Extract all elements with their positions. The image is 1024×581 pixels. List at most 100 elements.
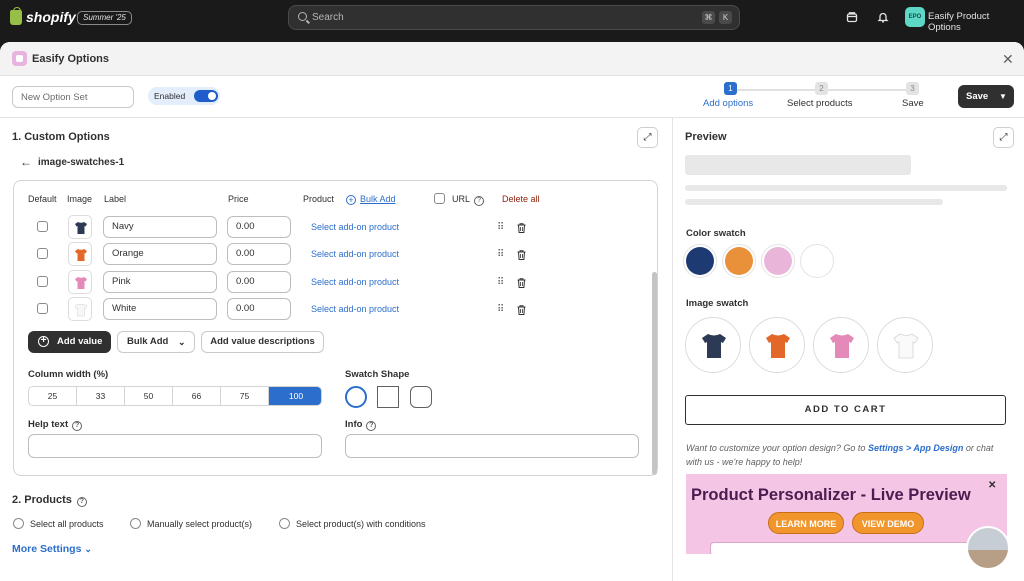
trash-icon[interactable] — [517, 250, 526, 260]
enabled-label: Enabled — [154, 91, 186, 101]
delete-all-button[interactable]: Delete all — [502, 194, 540, 204]
bulk-add-dropdown[interactable]: Bulk Add ⌄ — [117, 331, 195, 353]
label-input[interactable]: White — [103, 298, 217, 320]
value-row-pink: Pink 0.00 Select add-on product ⠿ — [14, 269, 654, 295]
default-checkbox[interactable] — [37, 248, 48, 259]
easify-modal: Easify Options ✕ Enabled 1 2 3 Add optio… — [0, 42, 1024, 581]
more-settings-toggle[interactable]: More Settings ⌄ — [12, 543, 92, 555]
add-value-button[interactable]: + Add value — [28, 331, 111, 353]
help-text-input[interactable] — [28, 434, 322, 458]
color-swatch-navy[interactable] — [683, 244, 717, 278]
chevron-down-icon[interactable]: ▼ — [999, 85, 1007, 108]
column-width-option[interactable]: 50 — [125, 387, 173, 405]
price-input[interactable]: 0.00 — [227, 271, 291, 293]
back-arrow-icon[interactable]: ← — [20, 155, 32, 169]
expand-icon[interactable]: ⤢ — [993, 127, 1014, 148]
color-swatch-orange[interactable] — [722, 244, 756, 278]
bulk-add-link[interactable]: + Bulk Add — [346, 194, 396, 205]
default-checkbox[interactable] — [37, 303, 48, 314]
bell-icon[interactable] — [877, 11, 889, 23]
search-bar[interactable]: Search ⌘ K — [288, 5, 740, 30]
select-addon-link[interactable]: Select add-on product — [311, 304, 399, 314]
step-3-label[interactable]: Save — [902, 98, 924, 109]
help-icon[interactable]: ? — [366, 421, 377, 431]
orange-tshirt-thumbnail[interactable] — [68, 242, 92, 266]
drag-handle-icon[interactable]: ⠿ — [497, 249, 504, 260]
radio-all-products-label[interactable]: Select all products — [30, 519, 104, 529]
column-width-option[interactable]: 66 — [173, 387, 221, 405]
radio-conditional-products-label[interactable]: Select product(s) with conditions — [296, 519, 426, 529]
add-value-descriptions-button[interactable]: Add value descriptions — [201, 331, 324, 353]
toggle-switch[interactable] — [194, 90, 218, 102]
store-name[interactable]: Easify Product Options — [928, 11, 1024, 33]
trash-icon[interactable] — [517, 305, 526, 315]
radio-manual-products-label[interactable]: Manually select product(s) — [147, 519, 252, 529]
label-input[interactable]: Orange — [103, 243, 217, 265]
trash-icon[interactable] — [517, 278, 526, 288]
white-tshirt-thumbnail[interactable] — [68, 297, 92, 321]
square-shape-option[interactable] — [377, 386, 399, 408]
info-input[interactable] — [345, 434, 639, 458]
step-3-number[interactable]: 3 — [906, 82, 919, 95]
drag-handle-icon[interactable]: ⠿ — [497, 277, 504, 288]
column-width-option[interactable]: 33 — [77, 387, 125, 405]
close-icon[interactable]: ✕ — [1002, 51, 1014, 68]
radio-manual-products[interactable] — [130, 518, 141, 529]
expand-icon[interactable]: ⤢ — [637, 127, 658, 148]
scrollbar[interactable] — [652, 272, 657, 475]
store-icon[interactable] — [846, 11, 858, 23]
color-swatch-pink[interactable] — [761, 244, 795, 278]
step-2-number[interactable]: 2 — [815, 82, 828, 95]
promo-banner: Product Personalizer - Live Preview ✕ LE… — [686, 474, 1007, 554]
price-input[interactable]: 0.00 — [227, 243, 291, 265]
value-row-white: White 0.00 Select add-on product ⠿ — [14, 296, 654, 322]
default-checkbox[interactable] — [37, 221, 48, 232]
url-checkbox[interactable] — [434, 193, 445, 204]
navy-tshirt-thumbnail[interactable] — [68, 215, 92, 239]
help-icon[interactable]: ? — [72, 421, 83, 431]
price-input[interactable]: 0.00 — [227, 298, 291, 320]
app-design-link[interactable]: Settings > App Design — [868, 443, 963, 453]
step-1-number[interactable]: 1 — [724, 82, 737, 95]
drag-handle-icon[interactable]: ⠿ — [497, 304, 504, 315]
select-addon-link[interactable]: Select add-on product — [311, 277, 399, 287]
view-demo-button[interactable]: VIEW DEMO — [852, 512, 924, 534]
step-2-label[interactable]: Select products — [787, 98, 852, 109]
radio-conditional-products[interactable] — [279, 518, 290, 529]
price-input[interactable]: 0.00 — [227, 216, 291, 238]
shopify-wordmark[interactable]: shopify — [26, 9, 76, 25]
column-width-option[interactable]: 25 — [29, 387, 77, 405]
pink-tshirt-thumbnail[interactable] — [68, 270, 92, 294]
radio-all-products[interactable] — [13, 518, 24, 529]
help-text-label-text: Help text — [28, 419, 69, 430]
select-addon-link[interactable]: Select add-on product — [311, 249, 399, 259]
image-swatch-orange[interactable] — [749, 317, 805, 373]
close-icon[interactable]: ✕ — [988, 480, 996, 491]
save-button[interactable]: Save ▼ — [958, 85, 1014, 108]
label-input[interactable]: Navy — [103, 216, 217, 238]
drag-handle-icon[interactable]: ⠿ — [497, 222, 504, 233]
option-set-name-input[interactable] — [12, 86, 134, 108]
enabled-toggle[interactable]: Enabled — [148, 87, 220, 105]
label-input[interactable]: Pink — [103, 271, 217, 293]
learn-more-button[interactable]: LEARN MORE — [768, 512, 844, 534]
trash-icon[interactable] — [517, 223, 526, 233]
rounded-shape-option[interactable] — [410, 386, 432, 408]
store-avatar[interactable]: EPO — [905, 7, 925, 27]
color-swatch-white[interactable] — [800, 244, 834, 278]
edition-badge[interactable]: Summer '25 — [77, 11, 132, 25]
select-addon-link[interactable]: Select add-on product — [311, 222, 399, 232]
column-width-option-selected[interactable]: 100 — [269, 387, 321, 405]
help-icon[interactable]: ? — [76, 497, 87, 507]
image-swatch-white[interactable] — [877, 317, 933, 373]
column-width-option[interactable]: 75 — [221, 387, 269, 405]
add-to-cart-button[interactable]: ADD TO CART — [685, 395, 1006, 425]
image-swatch-pink[interactable] — [813, 317, 869, 373]
circle-shape-option[interactable] — [345, 386, 367, 408]
shopify-logo-icon[interactable] — [10, 7, 22, 25]
help-icon[interactable]: ? — [474, 196, 485, 206]
image-swatch-navy[interactable] — [685, 317, 741, 373]
default-checkbox[interactable] — [37, 276, 48, 287]
support-chat-avatar[interactable] — [966, 526, 1010, 570]
step-1-label[interactable]: Add options — [703, 98, 753, 109]
